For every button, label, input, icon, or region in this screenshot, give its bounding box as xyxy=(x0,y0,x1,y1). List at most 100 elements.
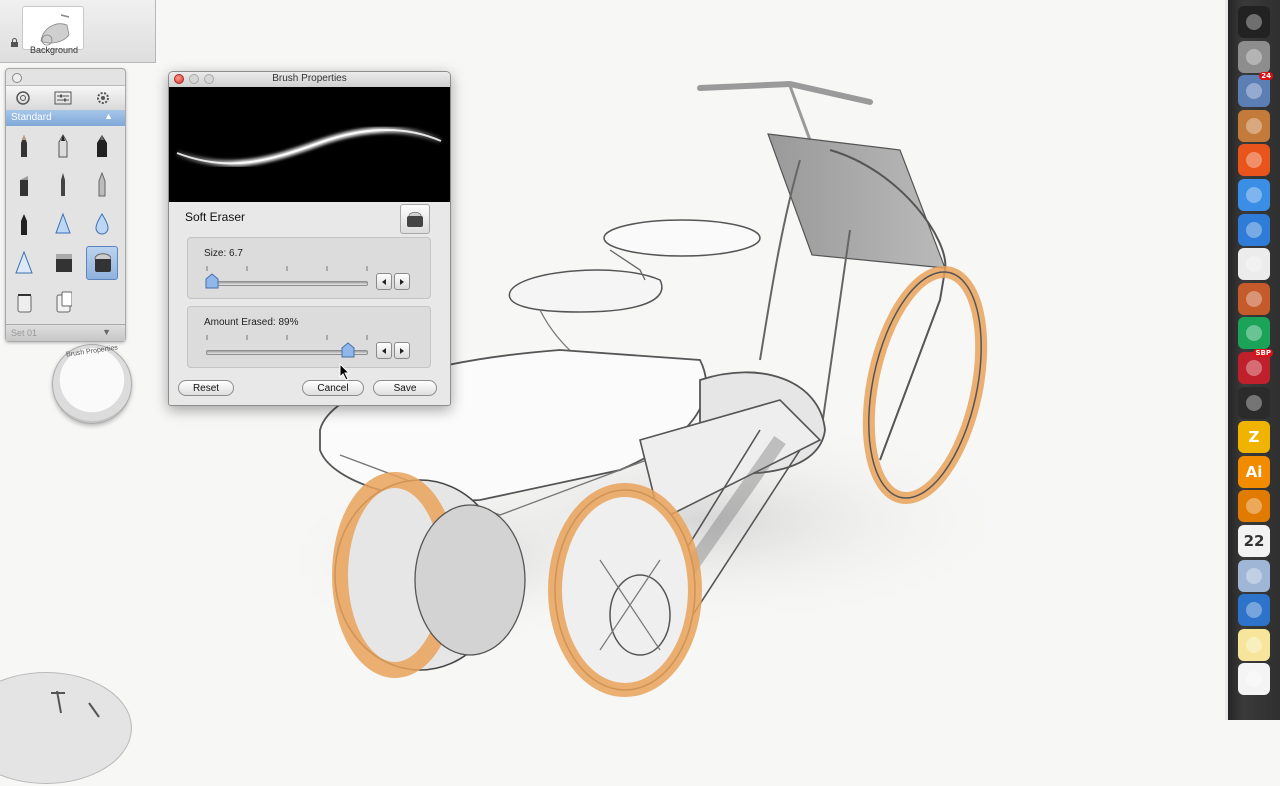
badge: 24 xyxy=(1259,72,1273,81)
system-preferences-icon[interactable] xyxy=(1238,40,1270,73)
ink-marker-brush[interactable] xyxy=(86,129,118,163)
safari-symbol xyxy=(1246,602,1262,619)
soft-drop-brush[interactable] xyxy=(86,207,118,241)
inkscape-symbol xyxy=(1246,394,1262,411)
save-button[interactable]: Save xyxy=(373,380,437,396)
triangle-brush[interactable] xyxy=(8,246,40,280)
felt-pen-icon xyxy=(21,214,27,235)
notes-icon[interactable] xyxy=(1238,628,1270,661)
felt-pen-brush[interactable] xyxy=(8,207,40,241)
gradient-bucket-brush[interactable] xyxy=(47,285,79,319)
soft-eraser-icon xyxy=(94,253,111,272)
ical-icon[interactable]: 22 xyxy=(1238,525,1270,557)
size-slider-track[interactable] xyxy=(206,281,368,286)
illustrator-glyph: Ai xyxy=(1245,462,1263,481)
firefox-icon[interactable] xyxy=(1238,144,1270,177)
zend-glyph: Z xyxy=(1248,428,1260,447)
paint-bucket-brush[interactable] xyxy=(8,285,40,319)
layer-preview-icon xyxy=(40,14,70,46)
erase-stepper xyxy=(376,342,412,359)
textedit-symbol xyxy=(1246,256,1262,273)
preview-icon[interactable] xyxy=(1238,559,1270,592)
dialog-title: Brush Properties xyxy=(272,73,347,84)
inkscape-icon[interactable] xyxy=(1238,386,1270,419)
solid-eraser-brush[interactable] xyxy=(47,246,79,280)
brush-settings-tab[interactable] xyxy=(54,90,72,106)
pencil-icon xyxy=(21,135,27,157)
palette-options-tab[interactable] xyxy=(94,90,112,106)
brush-properties-dialog: Brush Properties Soft Eraser Size: 6.7 A… xyxy=(168,71,451,406)
erase-increase-button[interactable] xyxy=(394,342,410,359)
ballpoint-icon xyxy=(61,173,65,196)
reset-button[interactable]: Reset xyxy=(178,380,234,396)
ichat-icon[interactable] xyxy=(1238,179,1270,211)
layer-name: Background xyxy=(30,45,79,55)
system-preferences-symbol xyxy=(1246,48,1262,65)
mouse-cursor-icon xyxy=(339,363,351,381)
stroke-preview-icon xyxy=(175,127,443,167)
erase-decrease-button[interactable] xyxy=(376,342,392,359)
brush-set-footer[interactable]: Set 01 ▼ xyxy=(6,324,125,341)
size-ticks xyxy=(206,266,368,271)
layer-thumbnail[interactable] xyxy=(22,6,84,50)
fine-pen-brush[interactable] xyxy=(86,168,118,202)
lock-icon[interactable] xyxy=(10,38,19,47)
sketchbook-icon[interactable] xyxy=(1238,317,1270,350)
ink-marker-icon xyxy=(97,135,107,157)
hard-eraser-brush[interactable] xyxy=(47,207,79,241)
brush-name: Soft Eraser xyxy=(185,210,246,224)
arrow-left-icon xyxy=(382,347,386,354)
erase-slider-thumb[interactable] xyxy=(341,342,355,358)
target-icon xyxy=(16,91,30,105)
pencil-brush[interactable] xyxy=(8,129,40,163)
document-icon[interactable] xyxy=(1238,663,1270,696)
dialog-titlebar[interactable]: Brush Properties xyxy=(169,72,450,88)
address-book-symbol xyxy=(1246,117,1262,134)
burn-icon[interactable] xyxy=(1238,490,1270,523)
ballpoint-brush[interactable] xyxy=(47,168,79,202)
sketchbook-pro-icon[interactable]: SBP xyxy=(1238,349,1273,384)
soft-drop-icon xyxy=(95,213,109,235)
marker-icon xyxy=(58,133,68,158)
gear-icon xyxy=(97,92,109,104)
brush-icon-button[interactable] xyxy=(400,204,430,234)
amount-erased-group: Amount Erased: 89% xyxy=(187,306,431,368)
mail-symbol xyxy=(1246,83,1262,100)
layer-editor: Background xyxy=(0,0,156,63)
chevron-up-icon[interactable]: ▲ xyxy=(104,111,113,121)
gradient-bucket-icon xyxy=(56,291,72,313)
chisel-marker-icon xyxy=(20,176,28,196)
dashboard-icon[interactable] xyxy=(1238,6,1270,38)
brush-set-header[interactable]: Standard ▲ xyxy=(6,110,125,126)
mail-icon[interactable]: 24 xyxy=(1238,72,1273,108)
marker-brush[interactable] xyxy=(47,129,79,163)
itunes-icon[interactable] xyxy=(1238,213,1270,246)
size-increase-button[interactable] xyxy=(394,273,410,290)
lagoon-menu[interactable] xyxy=(0,672,132,784)
safari-icon[interactable] xyxy=(1238,594,1270,627)
sketchbook-pro-symbol xyxy=(1246,360,1262,376)
iphoto-symbol xyxy=(1246,290,1262,307)
hard-eraser-icon xyxy=(55,212,71,234)
brush-library-tab[interactable] xyxy=(14,90,32,106)
size-slider-thumb[interactable] xyxy=(205,273,219,289)
soft-eraser-brush[interactable] xyxy=(86,246,118,280)
illustrator-icon[interactable]: Ai xyxy=(1238,455,1270,488)
dock: 24 SBP Z Ai 22 xyxy=(1225,0,1280,720)
itunes-symbol xyxy=(1246,221,1262,238)
zend-icon[interactable]: Z xyxy=(1238,421,1270,454)
firefox-symbol xyxy=(1246,152,1262,169)
chevron-down-icon[interactable]: ▼ xyxy=(102,327,111,337)
dashboard-symbol xyxy=(1246,14,1262,30)
palette-close-button[interactable] xyxy=(12,73,22,83)
size-decrease-button[interactable] xyxy=(376,273,392,290)
size-group: Size: 6.7 xyxy=(187,237,431,299)
cancel-button[interactable]: Cancel xyxy=(302,380,364,396)
burn-symbol xyxy=(1246,498,1262,515)
arrow-right-icon xyxy=(400,347,404,354)
iphoto-icon[interactable] xyxy=(1238,282,1270,315)
address-book-icon[interactable] xyxy=(1238,109,1270,142)
solid-eraser-icon xyxy=(56,254,72,272)
chisel-marker-brush[interactable] xyxy=(8,168,40,202)
textedit-icon[interactable] xyxy=(1238,248,1270,281)
